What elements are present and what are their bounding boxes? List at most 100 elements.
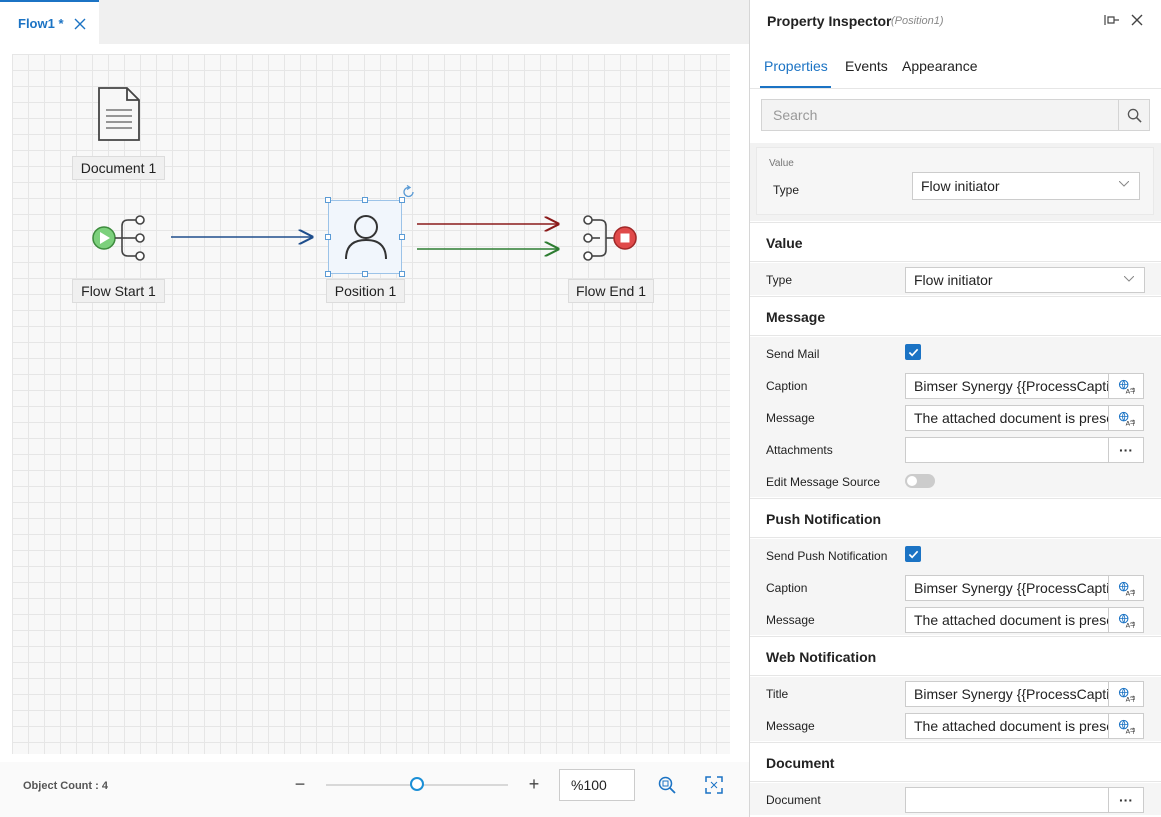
row-mail-caption: Caption Bimser Synergy {{ProcessCaption}… bbox=[750, 369, 1161, 401]
tab-events[interactable]: Events bbox=[845, 58, 888, 74]
web-message-input[interactable]: The attached document is presented for y… bbox=[905, 713, 1109, 739]
search-icon bbox=[1127, 108, 1142, 123]
row-label: Caption bbox=[766, 581, 808, 595]
push-message-input[interactable]: The attached document is presented for y… bbox=[905, 607, 1109, 633]
active-tab-indicator bbox=[760, 86, 831, 88]
tab-appearance[interactable]: Appearance bbox=[902, 58, 978, 74]
zoom-fit-icon[interactable] bbox=[657, 775, 677, 795]
search-button[interactable] bbox=[1118, 99, 1150, 131]
row-label: Message bbox=[766, 411, 815, 425]
user-icon bbox=[345, 215, 387, 260]
translate-icon: A字 bbox=[1118, 719, 1135, 734]
flow-end-node-label[interactable]: Flow End 1 bbox=[568, 279, 654, 303]
svg-text:A字: A字 bbox=[1125, 694, 1134, 701]
translate-button[interactable]: A字 bbox=[1108, 713, 1144, 739]
attachments-input[interactable] bbox=[905, 437, 1109, 463]
selection-handle[interactable] bbox=[325, 197, 331, 203]
row-label: Title bbox=[766, 687, 789, 701]
row-push-caption: Caption Bimser Synergy {{ProcessCaption}… bbox=[750, 571, 1161, 603]
web-title-input[interactable]: Bimser Synergy {{ProcessCaption}} bbox=[905, 681, 1109, 707]
translate-button[interactable]: A字 bbox=[1108, 373, 1144, 399]
document-browse-button[interactable]: ··· bbox=[1108, 787, 1144, 813]
row-value-type: Type Flow initiator bbox=[750, 263, 1161, 295]
row-label: Message bbox=[766, 613, 815, 627]
tab-flow1[interactable]: Flow1 * bbox=[0, 0, 99, 44]
translate-button[interactable]: A字 bbox=[1108, 607, 1144, 633]
svg-text:A字: A字 bbox=[1125, 386, 1134, 393]
designer-footer bbox=[0, 762, 749, 817]
chevron-down-icon bbox=[1124, 276, 1134, 282]
translate-icon: A字 bbox=[1118, 687, 1135, 702]
translate-icon: A字 bbox=[1118, 379, 1135, 394]
document-input[interactable] bbox=[905, 787, 1109, 813]
tab-divider bbox=[750, 88, 1161, 89]
position-node-label[interactable]: Position 1 bbox=[326, 279, 405, 303]
close-icon[interactable] bbox=[72, 16, 88, 32]
inspector-subtitle: (Position1) bbox=[891, 15, 944, 27]
document-node-label[interactable]: Document 1 bbox=[72, 156, 165, 180]
edit-message-source-toggle[interactable] bbox=[905, 474, 935, 488]
selection-handle[interactable] bbox=[362, 197, 368, 203]
flow-end-icon[interactable] bbox=[582, 212, 642, 264]
type-select[interactable]: Flow initiator bbox=[905, 267, 1145, 293]
value-card-type-select[interactable]: Flow initiator bbox=[912, 172, 1140, 200]
tab-bar: Flow1 * bbox=[0, 0, 749, 44]
row-send-push: Send Push Notification bbox=[750, 539, 1161, 571]
flow-start-icon[interactable] bbox=[90, 212, 150, 264]
value-card-type-label: Type bbox=[773, 183, 800, 197]
section-web-notification[interactable]: Web Notification bbox=[750, 636, 1161, 676]
translate-button[interactable]: A字 bbox=[1108, 405, 1144, 431]
translate-button[interactable]: A字 bbox=[1108, 681, 1144, 707]
row-push-message: Message The attached document is present… bbox=[750, 603, 1161, 635]
zoom-out-button[interactable]: − bbox=[291, 774, 309, 794]
object-count: Object Count : 4 bbox=[23, 780, 108, 792]
tab-properties[interactable]: Properties bbox=[764, 58, 828, 74]
selection-handle[interactable] bbox=[362, 271, 368, 277]
mail-message-input[interactable]: The attached document is presented for y… bbox=[905, 405, 1109, 431]
section-message[interactable]: Message bbox=[750, 296, 1161, 336]
zoom-slider-thumb[interactable] bbox=[410, 777, 424, 791]
section-document[interactable]: Document bbox=[750, 742, 1161, 782]
section-push-notification[interactable]: Push Notification bbox=[750, 498, 1161, 538]
pin-icon[interactable] bbox=[1104, 12, 1120, 28]
send-mail-checkbox[interactable] bbox=[905, 344, 921, 360]
section-value[interactable]: Value bbox=[750, 222, 1161, 262]
mail-caption-input[interactable]: Bimser Synergy {{ProcessCaption}} bbox=[905, 373, 1109, 399]
translate-button[interactable]: A字 bbox=[1108, 575, 1144, 601]
selection-handle[interactable] bbox=[325, 234, 331, 240]
flow-designer: Flow1 * Document 1 Flow Start 1 Position… bbox=[0, 0, 749, 817]
zoom-in-button[interactable]: + bbox=[525, 774, 543, 794]
row-attachments: Attachments ··· bbox=[750, 433, 1161, 465]
document-icon[interactable] bbox=[96, 86, 142, 142]
selection-handle[interactable] bbox=[399, 234, 405, 240]
row-label: Caption bbox=[766, 379, 808, 393]
attachments-browse-button[interactable]: ··· bbox=[1108, 437, 1144, 463]
fullscreen-icon[interactable] bbox=[704, 775, 724, 795]
design-canvas[interactable]: Document 1 Flow Start 1 Position 1 Flow … bbox=[12, 54, 730, 754]
row-send-mail: Send Mail bbox=[750, 337, 1161, 369]
svg-text:A字: A字 bbox=[1125, 726, 1134, 733]
svg-text:A字: A字 bbox=[1125, 418, 1134, 425]
value-card-legend: Value bbox=[769, 158, 794, 169]
zoom-percent-input[interactable]: %100 bbox=[559, 769, 635, 801]
svg-text:A字: A字 bbox=[1125, 620, 1134, 627]
push-caption-input[interactable]: Bimser Synergy {{ProcessCaption}} bbox=[905, 575, 1109, 601]
selection-handle[interactable] bbox=[399, 271, 405, 277]
rotate-handle-icon[interactable] bbox=[402, 185, 416, 199]
row-label: Edit Message Source bbox=[766, 475, 881, 489]
selection-handle[interactable] bbox=[325, 271, 331, 277]
search-input[interactable]: Search bbox=[761, 99, 1119, 131]
property-inspector: Property Inspector (Position1) Propertie… bbox=[749, 0, 1161, 817]
row-label: Attachments bbox=[766, 443, 833, 457]
send-push-checkbox[interactable] bbox=[905, 546, 921, 562]
inspector-title: Property Inspector bbox=[767, 13, 892, 29]
flow-start-node-label[interactable]: Flow Start 1 bbox=[72, 279, 165, 303]
row-label: Document bbox=[766, 793, 821, 807]
row-mail-message: Message The attached document is present… bbox=[750, 401, 1161, 433]
row-label: Send Push Notification bbox=[766, 549, 888, 563]
select-value: Flow initiator bbox=[921, 178, 1000, 194]
select-value: Flow initiator bbox=[914, 272, 993, 288]
position-node-selection[interactable] bbox=[328, 200, 402, 274]
close-icon[interactable] bbox=[1129, 12, 1145, 28]
value-card: Value Type Flow initiator bbox=[756, 147, 1154, 215]
